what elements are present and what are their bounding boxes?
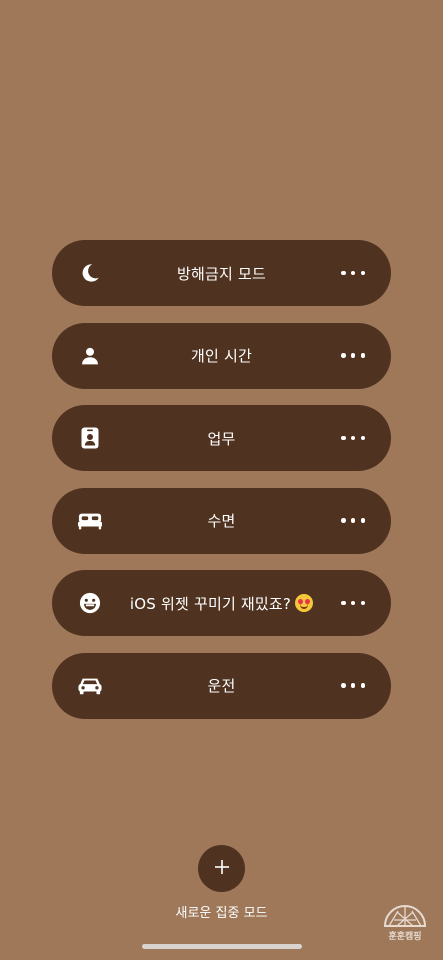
focus-item-custom[interactable]: iOS 위젯 꾸미기 재밌죠?: [52, 570, 391, 636]
heart-eyes-emoji: [295, 593, 314, 612]
more-options-icon[interactable]: [341, 263, 365, 283]
more-options-icon[interactable]: [341, 676, 365, 696]
more-options-icon[interactable]: [341, 511, 365, 531]
focus-item-driving[interactable]: 운전: [52, 652, 391, 719]
focus-item-sleep[interactable]: 수면: [52, 487, 391, 554]
svg-text:훈훈캠핑: 훈훈캠핑: [388, 930, 421, 942]
smiley-icon: [78, 590, 102, 616]
plus-icon: [214, 859, 230, 879]
add-focus-label: 새로운 집중 모드: [175, 906, 268, 921]
bed-icon: [78, 508, 102, 534]
focus-item-do-not-disturb[interactable]: 방해금지 모드: [52, 240, 391, 306]
add-focus-button[interactable]: [198, 845, 245, 892]
more-options-icon[interactable]: [341, 593, 365, 613]
focus-item-personal[interactable]: 개인 시간: [52, 322, 391, 389]
more-options-icon[interactable]: [341, 346, 365, 366]
car-icon: [78, 673, 102, 699]
focus-mode-list: 방해금지 모드 개인 시간 업무 수면 iOS 위젯 꾸미기 재밌죠? 운전: [52, 240, 391, 735]
person-icon: [78, 343, 102, 369]
home-indicator[interactable]: [142, 944, 302, 949]
focus-item-work[interactable]: 업무: [52, 405, 391, 471]
more-options-icon[interactable]: [341, 428, 365, 448]
moon-icon: [78, 260, 102, 286]
watermark-logo: 훈훈캠핑: [380, 900, 430, 942]
id-badge-icon: [78, 425, 102, 451]
